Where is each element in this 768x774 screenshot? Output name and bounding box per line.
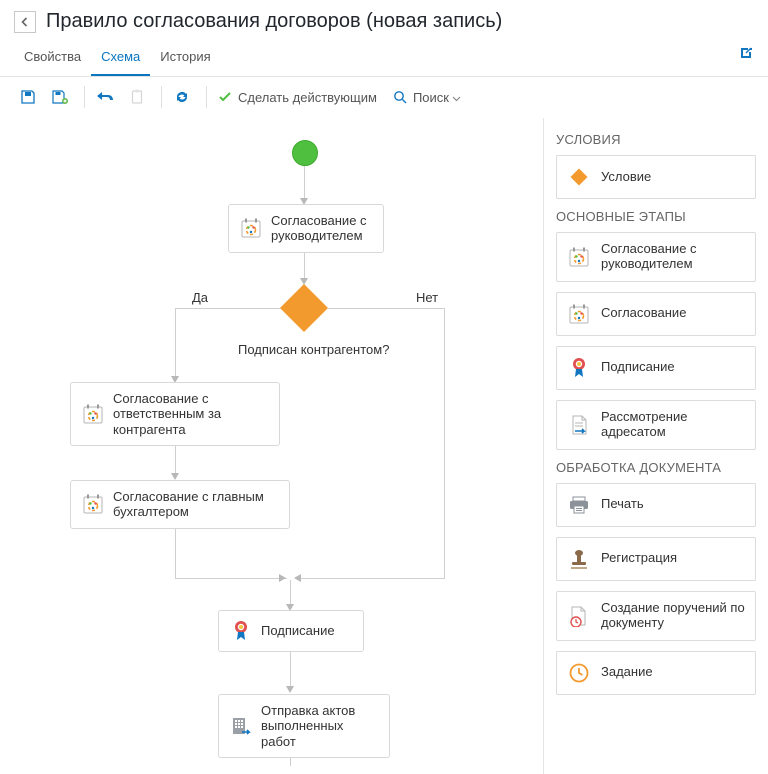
palette-item-label: Согласование с руководителем bbox=[601, 242, 745, 272]
header: Правило согласования договоров (новая за… bbox=[0, 0, 768, 41]
diagram-canvas[interactable]: Согласование с руководителем Подписан ко… bbox=[0, 118, 544, 774]
palette-item-label: Создание поручений по документу bbox=[601, 601, 745, 631]
back-button[interactable] bbox=[14, 11, 36, 33]
clock-icon bbox=[567, 661, 591, 685]
toolbar-separator bbox=[84, 86, 85, 108]
search-icon bbox=[393, 90, 408, 105]
flow-start-node[interactable] bbox=[292, 140, 318, 166]
arrow-right-icon bbox=[279, 574, 286, 582]
save-button[interactable] bbox=[14, 84, 42, 110]
document-forward-icon bbox=[567, 413, 591, 437]
refresh-button[interactable] bbox=[168, 84, 196, 110]
printer-icon bbox=[567, 493, 591, 517]
calendar-approval-icon bbox=[567, 302, 591, 326]
connector-line bbox=[304, 166, 305, 200]
palette-item-label: Рассмотрение адресатом bbox=[601, 410, 745, 440]
calendar-approval-icon bbox=[239, 216, 263, 240]
calendar-approval-icon bbox=[81, 492, 105, 516]
flow-node-accountant-approval[interactable]: Согласование с главным бухгалтером bbox=[70, 480, 290, 529]
arrow-down-icon bbox=[171, 473, 179, 480]
tab-bar: Свойства Схема История bbox=[0, 41, 768, 77]
palette-section-conditions-title: УСЛОВИЯ bbox=[556, 132, 756, 147]
palette-item-label: Условие bbox=[601, 170, 651, 185]
connector-line bbox=[300, 578, 445, 579]
flow-branch-no-label: Нет bbox=[416, 290, 438, 305]
arrow-left-icon bbox=[294, 574, 301, 582]
make-effective-button[interactable]: Сделать действующим bbox=[217, 89, 377, 105]
undo-button[interactable] bbox=[91, 84, 119, 110]
flow-condition-node[interactable] bbox=[280, 284, 328, 332]
flow-condition-label: Подписан контрагентом? bbox=[238, 342, 389, 357]
search-button[interactable]: Поиск bbox=[393, 90, 461, 105]
ribbon-seal-icon bbox=[229, 619, 253, 643]
page-title: Правило согласования договоров (новая за… bbox=[46, 10, 502, 33]
connector-line bbox=[175, 308, 176, 378]
arrow-down-icon bbox=[286, 686, 294, 693]
palette-item-label: Печать bbox=[601, 497, 644, 512]
palette-section-processing-title: ОБРАБОТКА ДОКУМЕНТА bbox=[556, 460, 756, 475]
palette-item-manager-approval[interactable]: Согласование с руководителем bbox=[556, 232, 756, 282]
connector-line bbox=[175, 528, 176, 578]
content: Согласование с руководителем Подписан ко… bbox=[0, 118, 768, 774]
calendar-approval-icon bbox=[81, 402, 105, 426]
popout-button[interactable] bbox=[738, 45, 754, 64]
connector-line bbox=[444, 308, 445, 578]
palette-item-condition[interactable]: Условие bbox=[556, 155, 756, 199]
flow-node-label: Подписание bbox=[261, 623, 335, 638]
palette-item-label: Подписание bbox=[601, 360, 675, 375]
palette-item-approval[interactable]: Согласование bbox=[556, 292, 756, 336]
flow-node-label: Согласование с ответственным за контраге… bbox=[113, 391, 269, 437]
chevron-down-icon bbox=[452, 90, 461, 105]
flow-node-label: Согласование с руководителем bbox=[271, 213, 373, 244]
checkmark-icon bbox=[217, 89, 233, 105]
flow-node-label: Согласование с главным бухгалтером bbox=[113, 489, 279, 520]
toolbar: Сделать действующим Поиск bbox=[0, 77, 768, 117]
palette-section-main-title: ОСНОВНЫЕ ЭТАПЫ bbox=[556, 209, 756, 224]
palette-item-label: Согласование bbox=[601, 306, 686, 321]
palette-item-label: Регистрация bbox=[601, 551, 677, 566]
search-label: Поиск bbox=[413, 90, 449, 105]
calendar-approval-icon bbox=[567, 245, 591, 269]
palette-panel: УСЛОВИЯ Условие ОСНОВНЫЕ ЭТАПЫ Согласова… bbox=[544, 118, 768, 774]
flow-branch-yes-label: Да bbox=[192, 290, 208, 305]
palette-item-label: Задание bbox=[601, 665, 653, 680]
connector-line bbox=[290, 580, 291, 606]
document-clock-icon bbox=[567, 604, 591, 628]
flow-node-responsible-approval[interactable]: Согласование с ответственным за контраге… bbox=[70, 382, 280, 446]
diamond-icon bbox=[567, 165, 591, 189]
flow-node-signing[interactable]: Подписание bbox=[218, 610, 364, 652]
flow-node-manager-approval[interactable]: Согласование с руководителем bbox=[228, 204, 384, 253]
tab-properties[interactable]: Свойства bbox=[14, 41, 91, 76]
tab-history[interactable]: История bbox=[150, 41, 220, 76]
save-new-button[interactable] bbox=[46, 84, 74, 110]
flow-node-dispatch[interactable]: Отправка актов выполненных работ bbox=[218, 694, 390, 758]
toolbar-separator bbox=[206, 86, 207, 108]
make-effective-label: Сделать действующим bbox=[238, 90, 377, 105]
flow-node-label: Отправка актов выполненных работ bbox=[261, 703, 379, 749]
connector-line bbox=[290, 648, 291, 688]
connector-line bbox=[175, 441, 176, 475]
palette-item-signing[interactable]: Подписание bbox=[556, 346, 756, 390]
toolbar-separator bbox=[161, 86, 162, 108]
palette-item-orders[interactable]: Создание поручений по документу bbox=[556, 591, 756, 641]
building-send-icon bbox=[229, 714, 253, 738]
stamp-icon bbox=[567, 547, 591, 571]
connector-line bbox=[175, 578, 287, 579]
connector-line bbox=[328, 308, 444, 309]
tab-scheme[interactable]: Схема bbox=[91, 41, 150, 76]
paste-button[interactable] bbox=[123, 84, 151, 110]
ribbon-seal-icon bbox=[567, 356, 591, 380]
palette-item-register[interactable]: Регистрация bbox=[556, 537, 756, 581]
palette-item-task[interactable]: Задание bbox=[556, 651, 756, 695]
palette-item-print[interactable]: Печать bbox=[556, 483, 756, 527]
connector-line bbox=[175, 308, 281, 309]
palette-item-review[interactable]: Рассмотрение адресатом bbox=[556, 400, 756, 450]
